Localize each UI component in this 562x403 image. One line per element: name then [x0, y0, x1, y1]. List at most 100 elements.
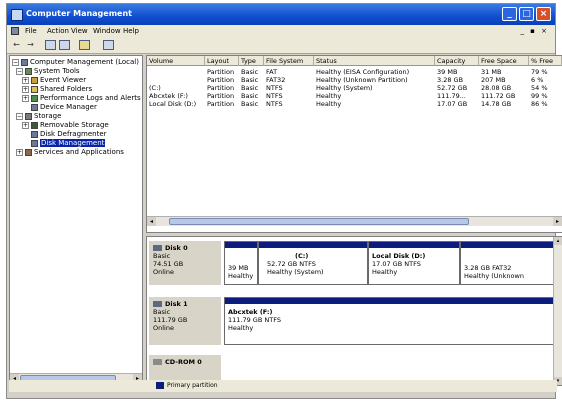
- tree-removable-storage[interactable]: + Removable Storage: [22, 121, 109, 130]
- volume-cell[interactable]: Healthy (Unknown Partition): [316, 76, 435, 84]
- volume-cell[interactable]: NTFS: [266, 92, 314, 100]
- menu-help[interactable]: Help: [123, 27, 139, 35]
- scroll-left-arrow-icon[interactable]: ◂: [147, 217, 156, 226]
- tree-expander[interactable]: +: [22, 95, 29, 102]
- column-header-type[interactable]: Type: [239, 56, 264, 66]
- help-icon[interactable]: [79, 40, 90, 50]
- partition-disk0-fat32[interactable]: 3.28 GB FAT32 Healthy (Unknown: [460, 241, 554, 285]
- tree-services-applications[interactable]: + Services and Applications: [16, 148, 124, 157]
- tree-expander[interactable]: −: [12, 59, 19, 66]
- maximize-button[interactable]: □: [519, 7, 534, 21]
- volume-cell[interactable]: 6 %: [531, 76, 562, 84]
- volume-cell[interactable]: Partition: [207, 76, 239, 84]
- volume-cell[interactable]: Basic: [241, 68, 264, 76]
- tree-device-manager[interactable]: Device Manager: [31, 103, 97, 112]
- volume-cell[interactable]: NTFS: [266, 84, 314, 92]
- tree-expander[interactable]: −: [16, 68, 23, 75]
- volume-horizontal-scrollbar[interactable]: ◂ ▸: [147, 216, 562, 226]
- minimize-button[interactable]: _: [502, 7, 517, 21]
- show-hide-tree-icon[interactable]: [45, 40, 56, 50]
- tree-disk-management[interactable]: Disk Management: [31, 139, 106, 148]
- scroll-thumb[interactable]: [169, 218, 469, 225]
- volume-cell[interactable]: Healthy: [316, 100, 435, 108]
- volume-cell[interactable]: Basic: [241, 100, 264, 108]
- column-header-volume[interactable]: Volume: [147, 56, 205, 66]
- volume-cell[interactable]: FAT: [266, 68, 314, 76]
- volume-cell[interactable]: Partition: [207, 84, 239, 92]
- column-header-free-space[interactable]: Free Space: [479, 56, 529, 66]
- volume-cell[interactable]: 3.28 GB: [437, 76, 479, 84]
- disk-1-label[interactable]: Disk 1 Basic 111.79 GB Online: [149, 297, 221, 345]
- menu-action[interactable]: Action: [47, 27, 69, 35]
- partition-c-drive[interactable]: (C:) 52.72 GB NTFS Healthy (System): [258, 241, 368, 285]
- tree-shared-folders[interactable]: + Shared Folders: [22, 85, 92, 94]
- column-header-percent-free[interactable]: % Free: [529, 56, 562, 66]
- forward-arrow-icon[interactable]: →: [25, 40, 36, 50]
- volume-cell[interactable]: NTFS: [266, 100, 314, 108]
- volume-cell[interactable]: (C:): [149, 84, 205, 92]
- disk-vertical-scrollbar[interactable]: ▴ ▾: [553, 237, 562, 385]
- scroll-right-arrow-icon[interactable]: ▸: [553, 217, 562, 226]
- menu-view[interactable]: View: [71, 27, 88, 35]
- mdi-window-controls[interactable]: _ ▪ ×: [520, 27, 549, 35]
- volume-cell[interactable]: Basic: [241, 84, 264, 92]
- tree-performance-logs[interactable]: + Performance Logs and Alerts: [22, 94, 141, 103]
- volume-cell[interactable]: Abcxtek (F:): [149, 92, 205, 100]
- device-manager-icon: [31, 104, 38, 111]
- volume-cell[interactable]: 14.78 GB: [481, 100, 529, 108]
- tree-expander[interactable]: −: [16, 113, 23, 120]
- column-header-status[interactable]: Status: [314, 56, 435, 66]
- disk-view-icon[interactable]: [103, 40, 114, 50]
- column-header-file-system[interactable]: File System: [264, 56, 314, 66]
- tree-system-tools[interactable]: − System Tools: [16, 67, 80, 76]
- tree-storage[interactable]: − Storage: [16, 112, 61, 121]
- cdrom-0-label[interactable]: CD-ROM 0: [149, 355, 221, 381]
- volume-cell[interactable]: 52.72 GB: [437, 84, 479, 92]
- scroll-up-arrow-icon[interactable]: ▴: [554, 237, 562, 245]
- volume-cell[interactable]: Basic: [241, 92, 264, 100]
- column-header-layout[interactable]: Layout: [205, 56, 239, 66]
- title-bar[interactable]: Computer Management _ □ ×: [7, 4, 555, 25]
- volume-cell[interactable]: Local Disk (D:): [149, 100, 205, 108]
- volume-cell[interactable]: Healthy (EISA Configuration): [316, 68, 435, 76]
- volume-cell[interactable]: Partition: [207, 92, 239, 100]
- tree-disk-defragmenter[interactable]: Disk Defragmenter: [31, 130, 107, 139]
- volume-cell[interactable]: [149, 76, 205, 84]
- tree-computer-management[interactable]: − Computer Management (Local): [12, 58, 139, 67]
- close-button[interactable]: ×: [536, 7, 551, 21]
- volume-cell[interactable]: 86 %: [531, 100, 562, 108]
- volume-cell[interactable]: [149, 68, 205, 76]
- volume-cell[interactable]: 17.07 GB: [437, 100, 479, 108]
- volume-cell[interactable]: Partition: [207, 68, 239, 76]
- volume-cell[interactable]: 99 %: [531, 92, 562, 100]
- tree-expander[interactable]: +: [22, 122, 29, 129]
- column-header-capacity[interactable]: Capacity: [435, 56, 479, 66]
- menu-window[interactable]: Window: [93, 27, 121, 35]
- disk-0-label[interactable]: Disk 0 Basic 74.51 GB Online: [149, 241, 221, 285]
- partition-disk0-eisa[interactable]: 39 MB Healthy: [224, 241, 258, 285]
- volume-cell[interactable]: 28.08 GB: [481, 84, 529, 92]
- volume-cell[interactable]: Partition: [207, 100, 239, 108]
- tree-expander[interactable]: +: [16, 149, 23, 156]
- menu-file[interactable]: File: [25, 27, 37, 35]
- volume-cell[interactable]: 207 MB: [481, 76, 529, 84]
- partition-d-drive[interactable]: Local Disk (D:) 17.07 GB NTFS Healthy: [368, 241, 460, 285]
- tree-event-viewer[interactable]: + Event Viewer: [22, 76, 86, 85]
- volume-cell[interactable]: 111.79...: [437, 92, 479, 100]
- volume-cell[interactable]: 111.72 GB: [481, 92, 529, 100]
- tree-expander[interactable]: +: [22, 77, 29, 84]
- storage-icon: [25, 113, 32, 120]
- mmc-system-icon[interactable]: [11, 27, 19, 35]
- volume-cell[interactable]: Basic: [241, 76, 264, 84]
- properties-icon[interactable]: [59, 40, 70, 50]
- back-arrow-icon[interactable]: ←: [11, 40, 22, 50]
- partition-f-drive[interactable]: Abcxtek (F:) 111.79 GB NTFS Healthy: [224, 297, 554, 345]
- volume-cell[interactable]: Healthy (System): [316, 84, 435, 92]
- volume-cell[interactable]: 31 MB: [481, 68, 529, 76]
- volume-cell[interactable]: FAT32: [266, 76, 314, 84]
- volume-cell[interactable]: 54 %: [531, 84, 562, 92]
- volume-cell[interactable]: 79 %: [531, 68, 562, 76]
- volume-cell[interactable]: Healthy: [316, 92, 435, 100]
- tree-expander[interactable]: +: [22, 86, 29, 93]
- volume-cell[interactable]: 39 MB: [437, 68, 479, 76]
